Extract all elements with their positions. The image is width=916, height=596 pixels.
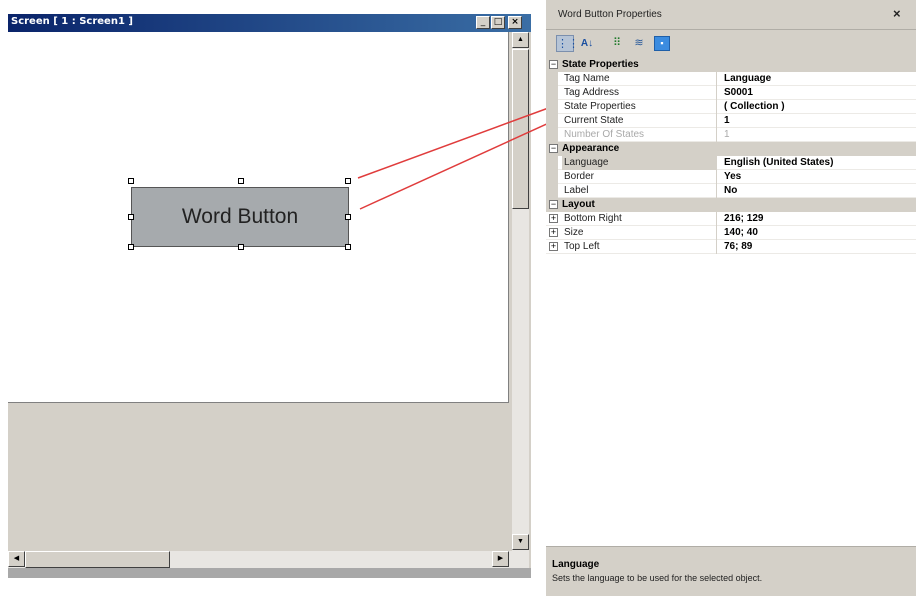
vertical-scrollbar[interactable]: ▲ ▼ [512,32,529,560]
close-window-button[interactable]: × [508,16,522,29]
property-value[interactable]: Language [720,72,916,86]
events-view-icon[interactable]: ≋ [630,35,648,52]
property-value[interactable]: 76; 89 [720,240,916,254]
collapse-icon[interactable]: − [549,144,558,153]
property-value: 1 [724,129,730,140]
property-value[interactable]: S0001 [720,86,916,100]
collapse-icon[interactable]: − [549,60,558,69]
property-row-current-state[interactable]: Current State 1 [546,114,916,128]
word-button-label: Word Button [181,205,299,228]
properties-panel-title: Word Button Properties [558,9,662,20]
resize-handle-top-left[interactable] [128,178,134,184]
row-gutter [546,86,558,100]
expand-icon[interactable]: + [549,242,558,251]
property-name: Label [562,184,717,198]
property-name: Bottom Right [562,212,717,226]
property-name: Tag Name [562,72,717,86]
close-icon[interactable]: × [893,6,901,21]
expand-icon[interactable]: + [549,214,558,223]
resize-handle-top-right[interactable] [345,178,351,184]
category-appearance[interactable]: − Appearance [546,142,916,156]
property-row-tag-address[interactable]: Tag Address S0001 [546,86,916,100]
category-label: State Properties [562,59,639,70]
resize-handle-bottom-right[interactable] [345,244,351,250]
description-title: Language [552,559,600,570]
resize-handle-right[interactable] [345,214,351,220]
maximize-button[interactable]: □ [491,16,505,29]
scroll-down-arrow-icon[interactable]: ▼ [512,534,529,550]
property-name: Size [562,226,717,240]
category-layout[interactable]: − Layout [546,198,916,212]
scroll-right-arrow-icon[interactable]: ▶ [492,551,509,567]
property-row-state-properties[interactable]: State Properties ( Collection ) [546,100,916,114]
property-name: Tag Address [562,86,717,100]
property-row-tag-name[interactable]: Tag Name Language [546,72,916,86]
resize-handle-top[interactable] [238,178,244,184]
property-row-size[interactable]: + Size 140; 40 [546,226,916,240]
properties-header: Word Button Properties × [546,0,916,30]
property-grid: − State Properties Tag Name Language Tag… [546,58,916,546]
expand-icon[interactable]: + [549,228,558,237]
property-row-top-left[interactable]: + Top Left 76; 89 [546,240,916,254]
category-label: Appearance [562,143,620,154]
categorized-view-icon[interactable]: ⋮⋮ [556,35,579,52]
property-name: Number Of States [562,128,717,142]
description-text: Sets the language to be used for the sel… [552,573,763,583]
property-row-label[interactable]: Label No [546,184,916,198]
editor-workspace-background [8,403,509,543]
property-value[interactable]: ( Collection ) [720,100,916,114]
resize-handle-left[interactable] [128,214,134,220]
editor-status-strip [8,568,531,578]
collapse-icon[interactable]: − [549,200,558,209]
row-gutter [546,114,558,128]
resize-handle-bottom-left[interactable] [128,244,134,250]
property-value[interactable]: 140; 40 [720,226,916,240]
screen-editor-window: Screen [ 1 : Screen1 ] _ □ × Word Button… [8,14,531,578]
row-gutter [546,72,558,86]
properties-view-icon[interactable]: ⠿ [608,35,626,52]
property-row-border[interactable]: Border Yes [546,170,916,184]
property-value[interactable]: Yes [720,170,916,184]
property-name: Border [562,170,717,184]
row-gutter [546,184,558,198]
word-button-widget[interactable]: Word Button [128,178,351,250]
row-gutter [546,128,558,142]
minimize-button[interactable]: _ [476,16,490,29]
property-description-pane: Language Sets the language to be used fo… [546,546,916,596]
resize-handle-bottom[interactable] [238,244,244,250]
horizontal-scroll-thumb[interactable] [25,551,170,568]
property-name: Current State [562,114,717,128]
property-value[interactable]: English (United States) [720,156,916,170]
scroll-up-arrow-icon[interactable]: ▲ [512,32,529,48]
row-gutter [546,100,558,114]
property-name: Top Left [562,240,717,254]
properties-toolbar: ⋮⋮ A↓ ⠿ ≋ ▪ [546,30,916,58]
horizontal-scrollbar[interactable]: ◀ ▶ [8,551,529,568]
alphabetical-sort-icon[interactable]: A↓ [578,35,596,52]
property-row-language[interactable]: Language English (United States) [546,156,916,170]
property-row-number-of-states: Number Of States 1 [546,128,916,142]
property-name: Language [562,156,717,170]
properties-panel: Word Button Properties × ⋮⋮ A↓ ⠿ ≋ ▪ − S… [546,0,916,596]
row-gutter [546,170,558,184]
property-pages-icon[interactable]: ▪ [654,36,670,51]
property-row-bottom-right[interactable]: + Bottom Right 216; 129 [546,212,916,226]
category-state-properties[interactable]: − State Properties [546,58,916,72]
category-label: Layout [562,199,595,210]
scroll-left-arrow-icon[interactable]: ◀ [8,551,25,567]
screen-window-title: Screen [ 1 : Screen1 ] [11,16,133,27]
screen-title-bar[interactable]: Screen [ 1 : Screen1 ] _ □ × [8,14,531,32]
row-gutter [546,156,558,170]
property-value[interactable]: 1 [720,114,916,128]
property-name: State Properties [562,100,717,114]
vertical-scroll-thumb[interactable] [512,49,529,209]
property-value[interactable]: 216; 129 [720,212,916,226]
property-value[interactable]: No [720,184,916,198]
screen-canvas[interactable]: Word Button [8,32,509,403]
